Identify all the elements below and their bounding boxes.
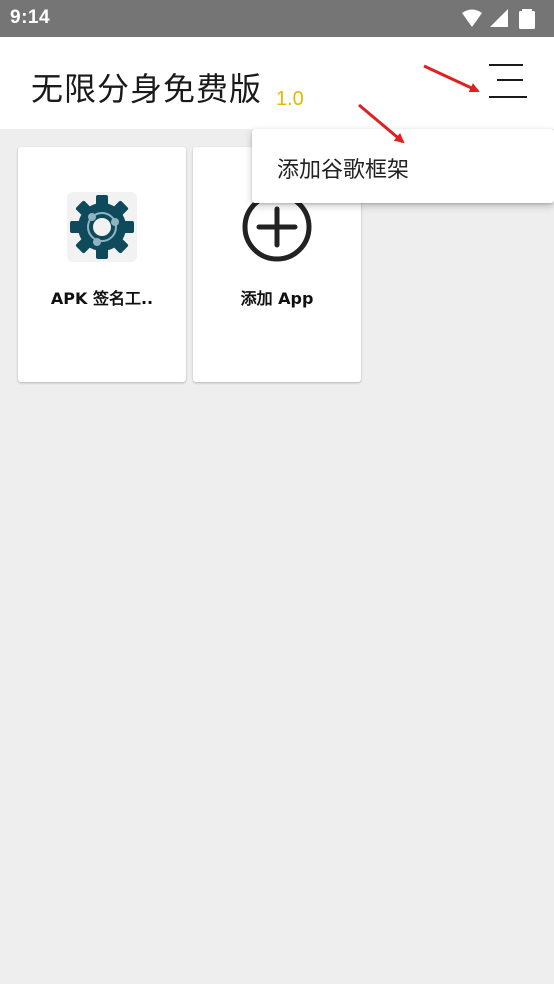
arrow-to-menu-item [358, 103, 405, 144]
arrow-to-menu-icon [423, 64, 480, 93]
annotation-arrows [358, 64, 480, 144]
